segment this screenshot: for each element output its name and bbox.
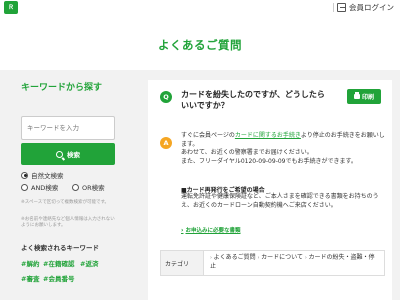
radio-unchecked-icon	[21, 183, 28, 191]
radio-checked-icon	[21, 171, 28, 179]
top-bar: Ｒ 会員ログイン	[0, 0, 400, 15]
print-button[interactable]: 印刷	[347, 89, 381, 104]
member-login-label: 会員ログイン	[349, 3, 394, 12]
category-box: カテゴリ › よくあるご質問 › カードについて › カードの紛失・盗難・停止	[160, 250, 385, 276]
reissue-text: 運転免許証や健康保険証など、ご本人さまを確認できる書類をお持ちのうえ、お近くのカ…	[181, 193, 379, 209]
answer-badge: A	[160, 137, 172, 149]
search-note-privacy: ※お名前や連絡先など個人情報は入力されないようにお願いします。	[21, 217, 115, 228]
keyword-tag[interactable]: #返済	[80, 258, 98, 268]
header-divider	[333, 3, 334, 12]
keyword-search-sidebar: キーワードから探す	[14, 80, 122, 93]
radio-or-search[interactable]: OR検索	[72, 182, 105, 192]
member-login-link[interactable]: 会員ログイン	[337, 1, 394, 14]
category-label: カテゴリ	[161, 251, 204, 275]
radio-and-search[interactable]: AND検索	[21, 182, 58, 192]
answer-phone-line: また、フリーダイヤル0120-09-09-09でもお手続きができます。	[181, 157, 357, 165]
printer-icon	[353, 92, 360, 99]
breadcrumb-item[interactable]: カードについて	[261, 254, 303, 261]
print-button-label: 印刷	[361, 94, 374, 101]
chevron-right-icon: ›	[181, 226, 184, 234]
radio-natural-search[interactable]: 自然文検索	[21, 170, 64, 180]
keyword-search-input[interactable]	[21, 116, 115, 140]
page-title: よくあるご質問	[158, 38, 242, 52]
answer-police-line: あわせて、お近くの警察署までお届けください。	[181, 149, 313, 156]
keyword-tag[interactable]: #解約	[21, 258, 39, 268]
search-icon	[56, 150, 63, 158]
radio-label: AND検索	[31, 184, 59, 192]
radio-unchecked-icon	[72, 183, 79, 191]
radio-label: 自然文検索	[31, 172, 64, 180]
radio-label: OR検索	[82, 184, 105, 192]
card-procedure-link[interactable]: カードに関するお手続き	[235, 132, 301, 139]
search-button-label: 検索	[67, 151, 80, 159]
keyword-search-heading: キーワードから探す	[21, 83, 103, 93]
answer-text: すぐに会員ページのカードに関するお手続きより停止のお手続きをお願いします。 あわ…	[181, 132, 386, 166]
keyword-tag[interactable]: #在籍確認	[43, 258, 74, 268]
search-note-spaces: ※スペースで区切って複数検索が可能です。	[21, 200, 110, 205]
keyword-tag[interactable]: #審査	[21, 273, 39, 283]
search-button[interactable]: 検索	[21, 143, 115, 165]
brand-logo[interactable]: Ｒ	[4, 1, 18, 14]
answer-intro: すぐに会員ページの	[181, 132, 235, 139]
question-badge: Q	[160, 91, 172, 103]
keyword-tag[interactable]: #会員番号	[43, 273, 74, 283]
faq-panel: Q カードを紛失したのですが、どうしたらいいですか？ 印刷 A すぐに会員ページ…	[148, 80, 392, 300]
required-documents-label: お申込みに必要な書類	[185, 228, 241, 234]
required-documents-link[interactable]: › お申込みに必要な書類	[181, 226, 241, 235]
question-text: カードを紛失したのですが、どうしたらいいですか？	[181, 90, 325, 110]
category-breadcrumb: › よくあるご質問 › カードについて › カードの紛失・盗難・停止	[204, 251, 384, 275]
login-icon	[337, 3, 346, 12]
breadcrumb-item[interactable]: よくあるご質問	[214, 254, 256, 261]
popular-keywords-heading: よく検索されるキーワード	[21, 244, 99, 252]
